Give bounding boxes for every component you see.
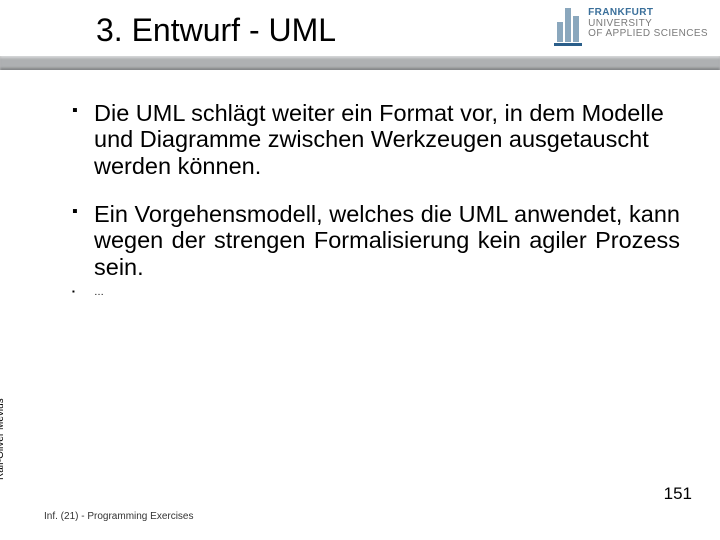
bullet-item: Die UML schlägt weiter ein Format vor, i… — [72, 100, 680, 179]
logo-bar-icon — [573, 16, 579, 42]
slide-header: 3. Entwurf - UML FRANKFURT UNIVERSITY OF… — [0, 0, 720, 72]
slide: 3. Entwurf - UML FRANKFURT UNIVERSITY OF… — [0, 0, 720, 540]
header-divider — [0, 56, 720, 70]
logo-line3: OF APPLIED SCIENCES — [588, 29, 708, 40]
logo-bar-icon — [557, 22, 563, 42]
page-number: 151 — [664, 484, 692, 504]
content-area: Die UML schlägt weiter ein Format vor, i… — [72, 100, 680, 320]
logo-baseline-icon — [554, 43, 582, 46]
bullet-list: Die UML schlägt weiter ein Format vor, i… — [72, 100, 680, 298]
author-side-label: Ralf-Oliver Mevius — [0, 398, 6, 480]
footer-left: Inf. (21) - Programming Exercises — [44, 511, 194, 522]
logo-bar-icon — [565, 8, 571, 42]
slide-title: 3. Entwurf - UML — [96, 12, 336, 49]
logo-text: FRANKFURT UNIVERSITY OF APPLIED SCIENCES — [588, 8, 708, 40]
bullet-item: … — [72, 288, 680, 298]
university-logo: FRANKFURT UNIVERSITY OF APPLIED SCIENCES — [554, 2, 708, 46]
logo-mark — [554, 2, 582, 46]
bullet-item: Ein Vorgehensmodell, welches die UML anw… — [72, 201, 680, 280]
